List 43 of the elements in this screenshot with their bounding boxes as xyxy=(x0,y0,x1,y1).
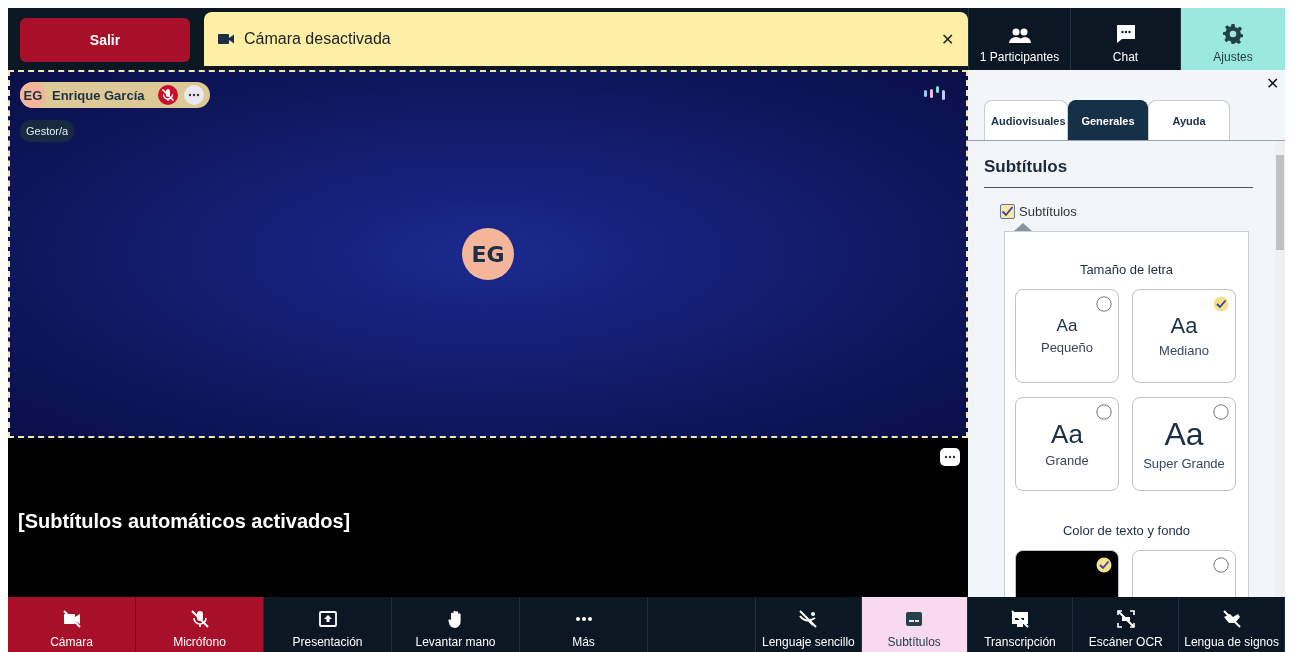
chat-icon xyxy=(1115,24,1136,44)
color-option[interactable] xyxy=(1132,550,1236,597)
tab[interactable]: Audiovisuales xyxy=(984,100,1068,140)
screen-share-icon xyxy=(316,608,339,630)
participant-name: Enrique García xyxy=(52,87,145,103)
role-label: Gestor/a xyxy=(20,120,75,142)
close-button[interactable]: ✕ xyxy=(1266,74,1279,93)
more-icon xyxy=(575,617,592,621)
size-option[interactable]: Aa Mediano xyxy=(1132,289,1236,383)
section-heading: Color de texto y fondo xyxy=(1061,523,1192,538)
checkbox[interactable] xyxy=(1000,204,1015,219)
camera-icon xyxy=(218,33,234,45)
section-heading: Tamaño de letra xyxy=(1078,262,1175,277)
size-option[interactable]: Aa Pequeño xyxy=(1015,289,1119,383)
monitor-icon xyxy=(1009,608,1031,630)
more-icon xyxy=(944,455,956,459)
more-button[interactable] xyxy=(940,448,960,466)
toolbar-button[interactable]: Micrófono xyxy=(136,597,264,652)
settings-icon xyxy=(1223,24,1243,44)
audio-level-icon xyxy=(924,86,948,100)
tab[interactable]: Ayuda xyxy=(1148,100,1230,140)
people-icon xyxy=(1008,28,1031,44)
scrollbar[interactable] xyxy=(1275,141,1285,597)
size-option[interactable]: Aa Super Grande xyxy=(1132,397,1236,491)
avatar: EG xyxy=(20,82,46,108)
exit-button[interactable]: Salir xyxy=(20,18,190,62)
more-button[interactable] xyxy=(184,85,205,105)
color-option[interactable] xyxy=(1015,550,1119,597)
close-button[interactable]: ✕ xyxy=(941,29,954,49)
more-icon xyxy=(188,93,201,97)
size-option[interactable]: Aa Grande xyxy=(1015,397,1119,491)
microphone-icon xyxy=(188,608,211,630)
scan-icon xyxy=(1114,608,1137,630)
caption-text: [Subtítulos automáticos activados] xyxy=(18,510,351,533)
toolbar-button[interactable]: Subtítulos xyxy=(861,597,968,652)
checkbox-label: Subtítulos xyxy=(1019,204,1077,219)
camera-icon xyxy=(60,608,83,630)
section-title: Subtítulos xyxy=(984,157,1253,188)
avatar: EG xyxy=(462,228,514,280)
notification-text: Cámara desactivada xyxy=(244,30,392,48)
tab[interactable]: Generales xyxy=(1068,100,1148,140)
sidebar-tab[interactable]: Ajustes xyxy=(1180,8,1285,70)
toolbar-button[interactable]: Cámara xyxy=(8,597,136,652)
